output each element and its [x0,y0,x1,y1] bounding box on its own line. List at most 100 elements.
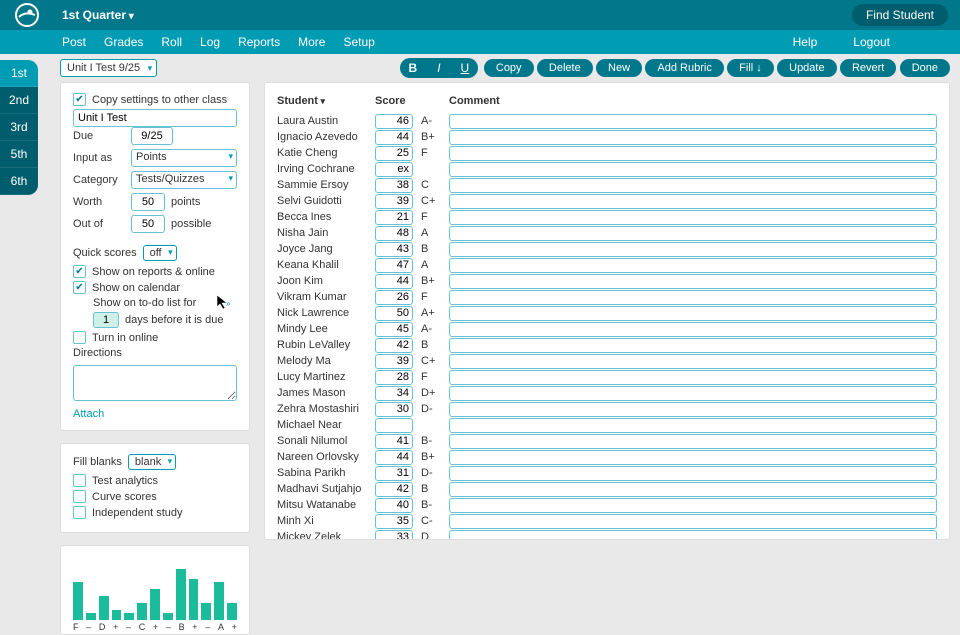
student-name[interactable]: Melody Ma [277,355,375,367]
find-student-button[interactable]: Find Student [852,4,948,26]
student-name[interactable]: Sammie Ersoy [277,179,375,191]
comment-input[interactable] [449,242,937,257]
score-input[interactable] [375,514,413,529]
student-name[interactable]: Keana Khalil [277,259,375,271]
score-input[interactable] [375,434,413,449]
comment-input[interactable] [449,434,937,449]
comment-input[interactable] [449,338,937,353]
comment-input[interactable] [449,210,937,225]
quick-scores-select[interactable]: off [143,245,177,261]
menu-help[interactable]: Help [793,35,818,49]
student-name[interactable]: Mitsu Watanabe [277,499,375,511]
menu-reports[interactable]: Reports [238,35,280,49]
comment-input[interactable] [449,370,937,385]
student-name[interactable]: Laura Austin [277,115,375,127]
score-input[interactable] [375,482,413,497]
todo-days-input[interactable] [93,312,119,328]
option-checkbox[interactable] [73,506,86,519]
score-input[interactable] [375,370,413,385]
student-name[interactable]: Madhavi Sutjahjo [277,483,375,495]
fill-button[interactable]: Fill ↓ [727,59,774,77]
period-tab-6th[interactable]: 6th [0,168,38,195]
score-input[interactable] [375,258,413,273]
header-student[interactable]: Student [277,95,375,107]
comment-input[interactable] [449,194,937,209]
score-input[interactable] [375,194,413,209]
score-input[interactable] [375,530,413,541]
comment-input[interactable] [449,162,937,177]
student-name[interactable]: Ignacio Azevedo [277,131,375,143]
student-name[interactable]: Joyce Jang [277,243,375,255]
score-input[interactable] [375,306,413,321]
bold-button[interactable]: B [400,58,426,78]
comment-input[interactable] [449,178,937,193]
header-score[interactable]: Score [375,95,421,107]
student-name[interactable]: Becca Ines [277,211,375,223]
student-name[interactable]: Mickey Zelek [277,531,375,540]
score-input[interactable] [375,162,413,177]
comment-input[interactable] [449,530,937,541]
show-calendar-checkbox[interactable] [73,281,86,294]
period-tab-5th[interactable]: 5th [0,141,38,168]
student-name[interactable]: Rubin LeValley [277,339,375,351]
student-name[interactable]: Katie Cheng [277,147,375,159]
score-input[interactable] [375,402,413,417]
comment-input[interactable] [449,498,937,513]
score-input[interactable] [375,290,413,305]
input-as-select[interactable]: Points [131,149,237,167]
period-tab-1st[interactable]: 1st [0,60,38,87]
directions-textarea[interactable] [73,365,237,401]
option-checkbox[interactable] [73,490,86,503]
quarter-dropdown[interactable]: 1st Quarter [62,8,134,22]
assignment-dropdown[interactable]: Unit I Test 9/25 [60,59,157,77]
score-input[interactable] [375,130,413,145]
student-name[interactable]: Nick Lawrence [277,307,375,319]
menu-roll[interactable]: Roll [161,35,182,49]
update-button[interactable]: Update [777,59,836,77]
student-name[interactable]: Mindy Lee [277,323,375,335]
score-input[interactable] [375,146,413,161]
score-input[interactable] [375,226,413,241]
comment-input[interactable] [449,130,937,145]
score-input[interactable] [375,450,413,465]
student-name[interactable]: Michael Near [277,419,375,431]
student-name[interactable]: Nisha Jain [277,227,375,239]
student-name[interactable]: Sonali Nilumol [277,435,375,447]
underline-button[interactable]: U [452,58,478,78]
comment-input[interactable] [449,322,937,337]
addrubric-button[interactable]: Add Rubric [645,59,723,77]
period-tab-2nd[interactable]: 2nd [0,87,38,114]
score-input[interactable] [375,242,413,257]
score-input[interactable] [375,418,413,433]
copy-settings-checkbox[interactable] [73,93,86,106]
due-input[interactable] [131,127,173,145]
menu-logout[interactable]: Logout [853,35,890,49]
new-button[interactable]: New [596,59,642,77]
score-input[interactable] [375,354,413,369]
comment-input[interactable] [449,290,937,305]
menu-post[interactable]: Post [62,35,86,49]
revert-button[interactable]: Revert [840,59,896,77]
menu-more[interactable]: More [298,35,325,49]
comment-input[interactable] [449,482,937,497]
score-input[interactable] [375,274,413,289]
menu-grades[interactable]: Grades [104,35,143,49]
comment-input[interactable] [449,514,937,529]
student-name[interactable]: Minh Xi [277,515,375,527]
period-tab-3rd[interactable]: 3rd [0,114,38,141]
student-name[interactable]: Irving Cochrane [277,163,375,175]
student-name[interactable]: Zehra Mostashiri [277,403,375,415]
fill-blanks-select[interactable]: blank [128,454,176,470]
student-name[interactable]: Vikram Kumar [277,291,375,303]
student-name[interactable]: Selvi Guidotti [277,195,375,207]
comment-input[interactable] [449,114,937,129]
comment-input[interactable] [449,450,937,465]
student-name[interactable]: Joon Kim [277,275,375,287]
category-select[interactable]: Tests/Quizzes [131,171,237,189]
score-input[interactable] [375,466,413,481]
comment-input[interactable] [449,258,937,273]
student-name[interactable]: Sabina Parikh [277,467,375,479]
delete-button[interactable]: Delete [537,59,593,77]
score-input[interactable] [375,178,413,193]
score-input[interactable] [375,498,413,513]
